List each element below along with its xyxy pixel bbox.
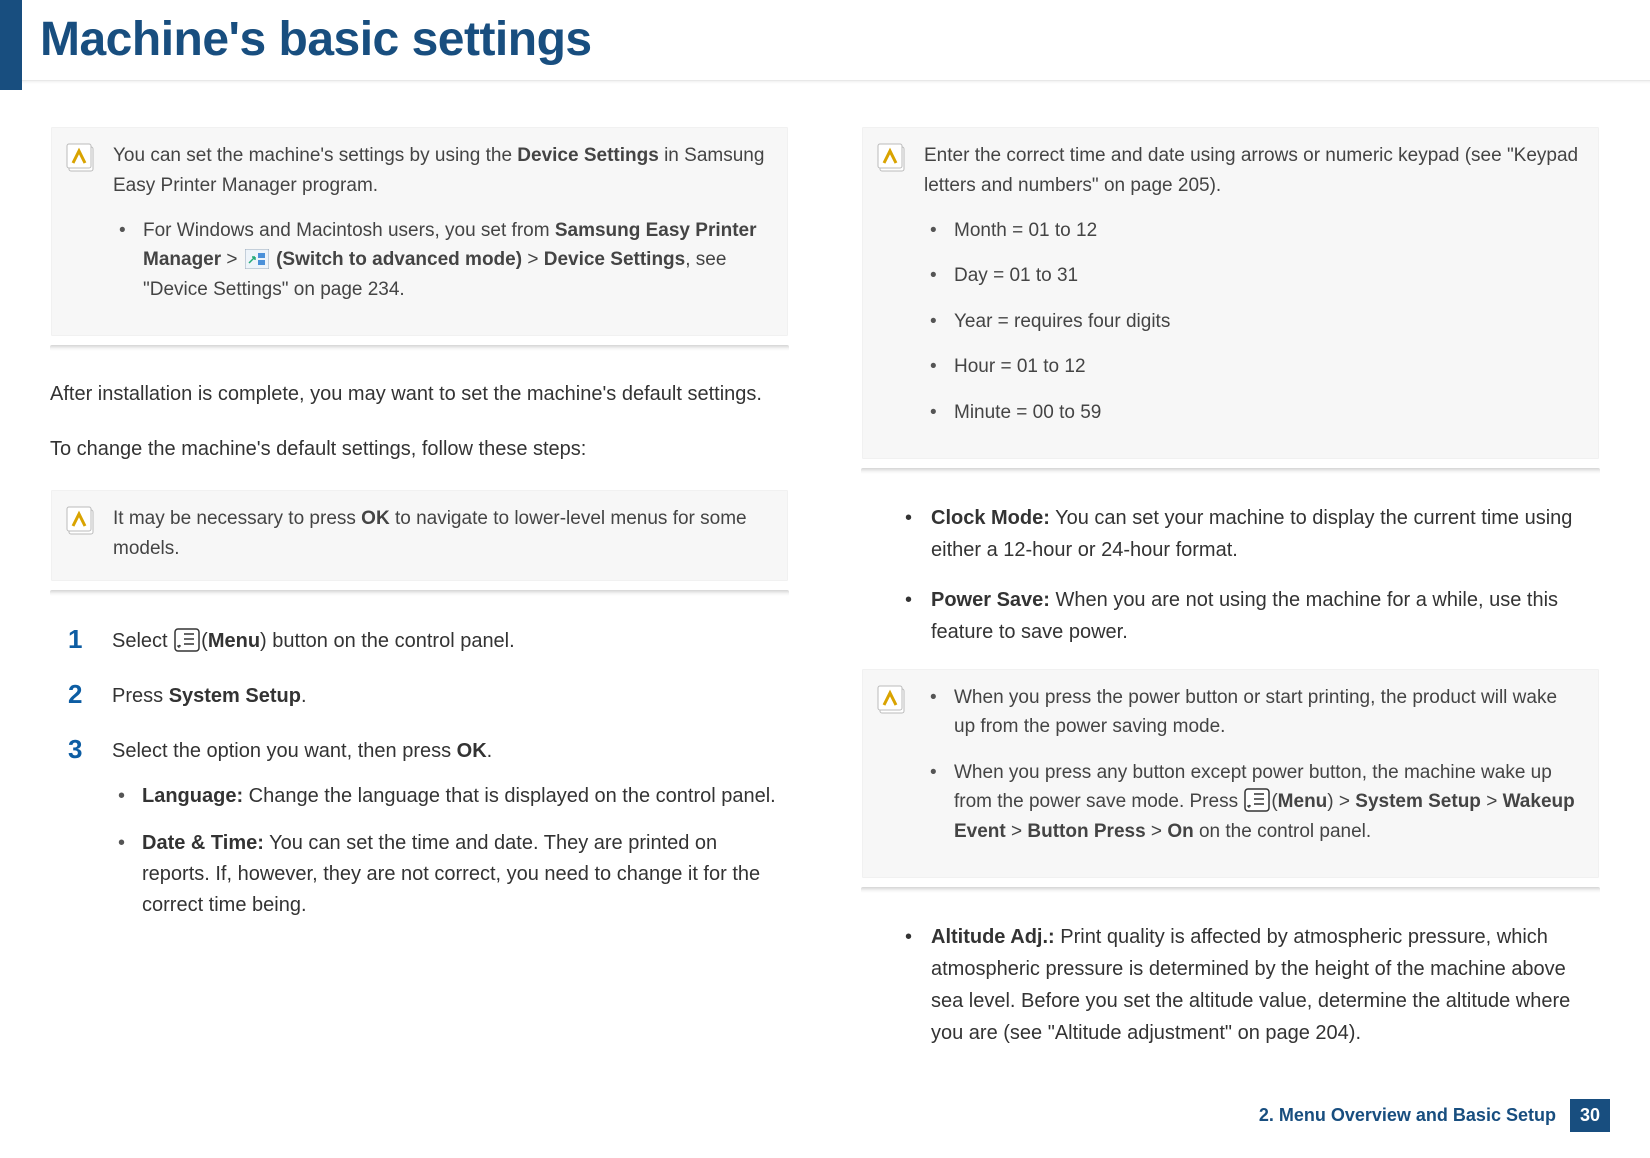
text-bold: Device Settings [517, 145, 659, 166]
option-altitude-adj: Altitude Adj.: Print quality is affected… [901, 921, 1600, 1049]
note-icon [876, 683, 910, 717]
text: Select the option you want, then press [112, 740, 457, 762]
text-bold: Button Press [1027, 821, 1145, 842]
range-year: Year = requires four digits [924, 307, 1579, 336]
step-body: Press System Setup. [112, 679, 789, 712]
text-bold: OK [361, 508, 390, 529]
note-device-settings: You can set the machine's settings by us… [50, 126, 789, 337]
option-date-time: Date & Time: You can set the time and da… [112, 828, 789, 921]
step-2: 2 Press System Setup. [50, 679, 789, 712]
text: ) [260, 630, 267, 652]
note-text: It may be necessary to press OK to navig… [113, 508, 747, 559]
note-text: Enter the correct time and date using ar… [924, 145, 1578, 196]
text: > [522, 249, 544, 270]
left-column: You can set the machine's settings by us… [50, 126, 789, 1067]
note-divider [861, 468, 1600, 474]
switch-mode-icon [245, 249, 269, 269]
intro-para-1: After installation is complete, you may … [50, 379, 789, 410]
note-enter-time-date: Enter the correct time and date using ar… [861, 126, 1600, 460]
text: You can set the machine's settings by us… [113, 145, 517, 166]
menu-button-icon [174, 628, 200, 652]
text: . [301, 685, 307, 707]
note-subitem: For Windows and Macintosh users, you set… [113, 216, 768, 304]
note-text: You can set the machine's settings by us… [113, 145, 764, 196]
text: button on the control panel. [272, 630, 514, 652]
text: > [221, 249, 243, 270]
text-bold: System Setup [1355, 791, 1481, 812]
step-number: 3 [68, 734, 112, 937]
text-bold: OK [457, 740, 487, 762]
time-date-ranges: Month = 01 to 12 Day = 01 to 31 Year = r… [924, 216, 1579, 427]
option-clock-mode: Clock Mode: You can set your machine to … [901, 502, 1600, 566]
menu-button-icon [1244, 788, 1270, 812]
right-column: Enter the correct time and date using ar… [861, 126, 1600, 1067]
page-header: Machine's basic settings [0, 0, 1650, 90]
text: on the control panel. [1194, 821, 1371, 842]
text: > [1481, 791, 1503, 812]
text: ( [201, 630, 208, 652]
step-3: 3 Select the option you want, then press… [50, 734, 789, 937]
text-bold: Language: [142, 785, 243, 807]
text: > [1146, 821, 1168, 842]
text: It may be necessary to press [113, 508, 361, 529]
options-continued-2: Altitude Adj.: Print quality is affected… [861, 921, 1600, 1049]
note-icon [65, 141, 99, 175]
text-bold: (Switch to advanced mode) [276, 249, 522, 270]
text-bold: Device Settings [544, 249, 686, 270]
step3-options: Language: Change the language that is di… [112, 781, 789, 921]
text: For Windows and Macintosh users, you set… [143, 220, 555, 241]
note-sublist: When you press the power button or start… [924, 683, 1579, 846]
text-bold: Power Save: [931, 589, 1050, 611]
range-minute: Minute = 00 to 59 [924, 398, 1579, 427]
text-bold: On [1167, 821, 1193, 842]
chapter-title: 2. Menu Overview and Basic Setup [1259, 1105, 1556, 1126]
range-day: Day = 01 to 31 [924, 261, 1579, 290]
step-body: Select (Menu) button on the control pane… [112, 624, 789, 657]
note-sublist: For Windows and Macintosh users, you set… [113, 216, 768, 304]
text: . [487, 740, 493, 762]
note-subitem: When you press the power button or start… [924, 683, 1579, 742]
note-divider [861, 887, 1600, 893]
text: Press [112, 685, 169, 707]
text: Select [112, 630, 173, 652]
option-power-save: Power Save: When you are not using the m… [901, 584, 1600, 648]
range-month: Month = 01 to 12 [924, 216, 1579, 245]
note-subitem: When you press any button except power b… [924, 758, 1579, 846]
text: Change the language that is displayed on… [243, 785, 776, 807]
content-columns: You can set the machine's settings by us… [0, 84, 1650, 1067]
note-divider [50, 345, 789, 351]
step-number: 1 [68, 624, 112, 657]
note-icon [65, 504, 99, 538]
text-bold: Altitude Adj.: [931, 926, 1055, 948]
note-divider [50, 590, 789, 596]
page-number: 30 [1570, 1099, 1610, 1132]
step-number: 2 [68, 679, 112, 712]
text: > [1006, 821, 1028, 842]
header-accent-tab [0, 0, 22, 90]
text-bold: Menu [1278, 791, 1328, 812]
note-power-save-wake: When you press the power button or start… [861, 668, 1600, 879]
text-bold: Clock Mode: [931, 507, 1050, 529]
text: > [1334, 791, 1356, 812]
text-bold: Date & Time: [142, 832, 264, 854]
text-bold: Menu [208, 630, 260, 652]
page-footer: 2. Menu Overview and Basic Setup 30 [1259, 1099, 1610, 1132]
page-title: Machine's basic settings [22, 0, 1650, 90]
step-body: Select the option you want, then press O… [112, 734, 789, 937]
step-1: 1 Select (Menu) button on the control pa… [50, 624, 789, 657]
options-continued: Clock Mode: You can set your machine to … [861, 502, 1600, 648]
text-bold: System Setup [169, 685, 301, 707]
range-hour: Hour = 01 to 12 [924, 352, 1579, 381]
note-press-ok: It may be necessary to press OK to navig… [50, 489, 789, 582]
intro-para-2: To change the machine's default settings… [50, 434, 789, 465]
note-icon [876, 141, 910, 175]
option-language: Language: Change the language that is di… [112, 781, 789, 812]
